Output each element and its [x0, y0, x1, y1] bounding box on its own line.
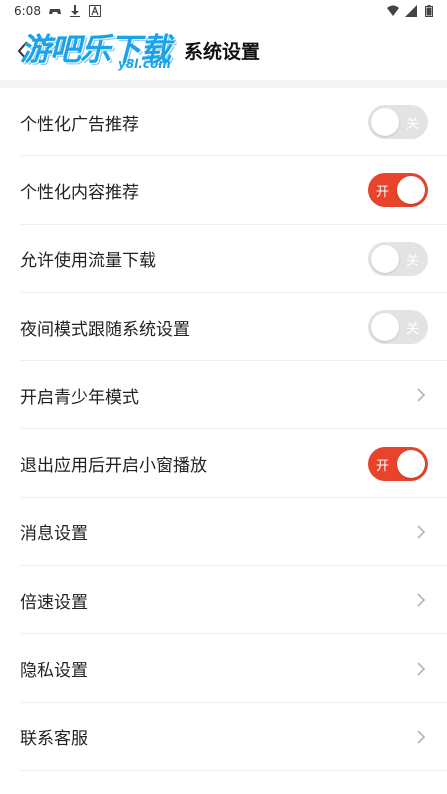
setting-label: 个性化广告推荐: [20, 114, 139, 135]
mobile-data-download-toggle[interactable]: 关: [368, 241, 428, 276]
status-bar: 6:08: [0, 0, 447, 22]
logo-domain: y8l.com: [118, 57, 171, 71]
settings-list: 个性化广告推荐 关 个性化内容推荐 开 允许使用流量下载 关 夜间模式跟随系统设…: [0, 88, 447, 772]
toggle-knob: [371, 108, 399, 137]
chevron-right-icon: [417, 730, 426, 744]
status-left: 6:08: [14, 4, 101, 18]
font-icon: [88, 5, 101, 17]
setting-label: 消息设置: [20, 524, 88, 545]
status-right: [387, 5, 435, 17]
toggle-state-text: 开: [376, 185, 390, 201]
toggle-state-text: 开: [376, 458, 390, 474]
toggle-state-text: 关: [405, 117, 419, 133]
setting-row-mobile-data-download[interactable]: 允许使用流量下载 关: [0, 225, 447, 294]
content-recommend-toggle[interactable]: 开: [368, 173, 428, 208]
setting-label: 夜间模式跟随系统设置: [20, 319, 190, 340]
setting-label: 允许使用流量下载: [20, 251, 156, 272]
status-time: 6:08: [14, 4, 41, 18]
battery-icon: [425, 5, 433, 17]
toggle-knob: [397, 449, 425, 478]
title-bar: 游吧乐下载 y8l.com 系统设置: [0, 22, 447, 80]
signal-icon: [405, 5, 417, 17]
mini-window-toggle[interactable]: 开: [368, 446, 428, 481]
page-title: 系统设置: [184, 41, 261, 63]
header-divider: [0, 80, 447, 88]
setting-row-night-mode[interactable]: 夜间模式跟随系统设置 关: [0, 293, 447, 362]
setting-row-privacy[interactable]: 隐私设置: [0, 634, 447, 703]
toggle-knob: [371, 313, 399, 342]
ad-recommend-toggle[interactable]: 关: [368, 105, 428, 140]
toggle-knob: [397, 176, 425, 205]
chevron-right-icon: [417, 525, 426, 539]
setting-row-ad-recommend[interactable]: 个性化广告推荐 关: [0, 88, 447, 157]
toggle-knob: [371, 244, 399, 273]
setting-row-content-recommend[interactable]: 个性化内容推荐 开: [0, 156, 447, 225]
setting-label: 退出应用后开启小窗播放: [20, 456, 207, 477]
chevron-right-icon: [417, 661, 426, 676]
setting-row-customer-service[interactable]: 联系客服: [0, 703, 447, 772]
chevron-right-icon: [417, 593, 426, 607]
wifi-icon: [387, 5, 399, 16]
setting-row-teen-mode[interactable]: 开启青少年模式: [0, 361, 447, 430]
setting-label: 个性化内容推荐: [20, 182, 139, 203]
setting-label: 倍速设置: [20, 592, 88, 613]
toggle-state-text: 关: [405, 253, 419, 269]
setting-label: 开启青少年模式: [20, 387, 139, 408]
download-icon: [69, 5, 80, 17]
chevron-right-icon: [417, 388, 426, 402]
setting-row-playback-speed[interactable]: 倍速设置: [0, 566, 447, 635]
setting-row-message[interactable]: 消息设置: [0, 498, 447, 567]
setting-label: 联系客服: [20, 729, 88, 750]
watermark-logo: 游吧乐下载 y8l.com: [20, 24, 185, 71]
game-controller-icon: [48, 9, 61, 14]
setting-label: 隐私设置: [20, 661, 88, 682]
toggle-state-text: 关: [405, 322, 419, 338]
setting-row-mini-window[interactable]: 退出应用后开启小窗播放 开: [0, 429, 447, 499]
night-mode-toggle[interactable]: 关: [368, 310, 428, 345]
